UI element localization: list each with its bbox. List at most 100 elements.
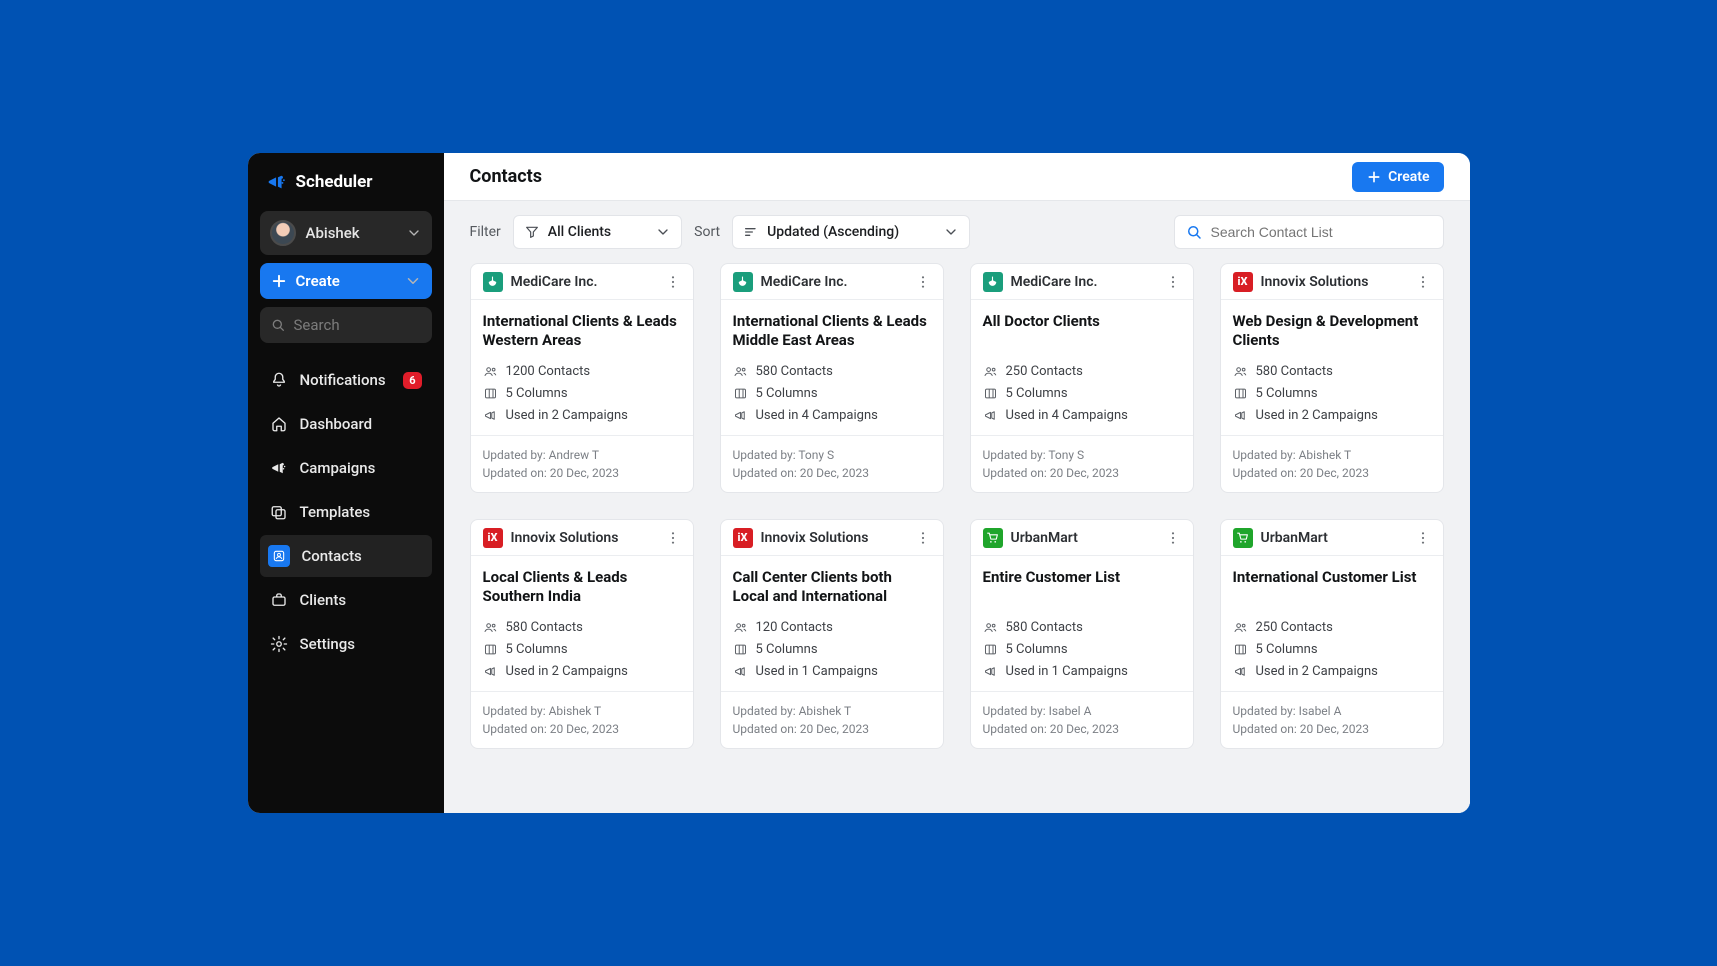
sidebar-item-contacts[interactable]: Contacts [260, 535, 432, 577]
sort-dropdown[interactable]: Updated (Ascending) [732, 215, 970, 249]
meta-campaigns: Used in 2 Campaigns [1233, 664, 1431, 679]
megaphone-icon [733, 664, 748, 679]
filter-value: All Clients [548, 224, 611, 240]
sidebar-item-label: Dashboard [300, 415, 422, 433]
contact-list-title: Call Center Clients both Local and Inter… [733, 568, 931, 608]
card-more-button[interactable] [1415, 530, 1431, 546]
contact-card[interactable]: UrbanMart International Customer List 25… [1220, 519, 1444, 749]
card-more-button[interactable] [915, 274, 931, 290]
plus-icon [1366, 169, 1382, 185]
contact-card[interactable]: UrbanMart Entire Customer List 580 Conta… [970, 519, 1194, 749]
user-menu[interactable]: Abishek [260, 211, 432, 255]
meta-columns: 5 Columns [1233, 386, 1431, 401]
more-icon [1165, 274, 1181, 290]
home-icon [270, 415, 288, 433]
topbar: Contacts Create [444, 153, 1470, 201]
briefcase-icon [270, 591, 288, 609]
bell-icon [270, 371, 288, 389]
card-body: International Customer List 250 Contacts… [1221, 556, 1443, 692]
card-body: All Doctor Clients 250 Contacts 5 Column… [971, 300, 1193, 436]
more-icon [915, 274, 931, 290]
sidebar-search-placeholder: Search [294, 316, 340, 334]
more-icon [1415, 530, 1431, 546]
sidebar-nav: Notifications6 Dashboard CampaignsTemplate… [260, 359, 432, 665]
card-header: MediCare Inc. [471, 264, 693, 300]
sidebar-item-settings[interactable]: Settings [260, 623, 432, 665]
more-icon [665, 530, 681, 546]
sidebar-item-clients[interactable]: Clients [260, 579, 432, 621]
plus-icon [270, 272, 288, 290]
sidebar-item-label: Settings [300, 635, 422, 653]
client-badge-icon [733, 272, 753, 292]
updated-on: Updated on: 20 Dec, 2023 [1233, 464, 1431, 482]
client-badge-icon: iX [1233, 272, 1253, 292]
contact-card[interactable]: MediCare Inc. International Clients & Le… [470, 263, 694, 493]
sidebar-item-dashboard[interactable]: Dashboard [260, 403, 432, 445]
contact-card[interactable]: MediCare Inc. All Doctor Clients 250 Con… [970, 263, 1194, 493]
updated-by: Updated by: Abishek T [1233, 446, 1431, 464]
search-input[interactable] [1211, 224, 1433, 240]
meta-campaigns: Used in 2 Campaigns [483, 664, 681, 679]
chevron-down-icon [943, 224, 959, 240]
contacts-icon [268, 545, 290, 567]
sidebar-item-campaigns[interactable]: Campaigns [260, 447, 432, 489]
client-badge-icon [983, 272, 1003, 292]
client-name: Innovix Solutions [1261, 274, 1407, 290]
columns-icon [1233, 386, 1248, 401]
client-name: MediCare Inc. [1011, 274, 1157, 290]
card-header: iX Innovix Solutions [471, 520, 693, 556]
card-more-button[interactable] [665, 530, 681, 546]
sort-icon [743, 224, 759, 240]
filter-label: Filter [470, 224, 501, 240]
meta-columns: 5 Columns [983, 386, 1181, 401]
updated-by: Updated by: Andrew T [483, 446, 681, 464]
page-title: Contacts [470, 166, 542, 187]
filter-dropdown[interactable]: All Clients [513, 215, 682, 249]
card-footer: Updated by: Isabel A Updated on: 20 Dec,… [971, 692, 1193, 748]
updated-on: Updated on: 20 Dec, 2023 [1233, 720, 1431, 738]
contact-list-title: Web Design & Development Clients [1233, 312, 1431, 352]
sidebar: Scheduler Abishek Create Search Notifica… [248, 153, 444, 813]
columns-icon [983, 642, 998, 657]
templates-icon [270, 503, 288, 521]
create-button[interactable]: Create [1352, 162, 1443, 192]
card-more-button[interactable] [665, 274, 681, 290]
contact-card[interactable]: iX Innovix Solutions Local Clients & Lea… [470, 519, 694, 749]
sidebar-create-button[interactable]: Create [260, 263, 432, 299]
meta-campaigns: Used in 4 Campaigns [733, 408, 931, 423]
client-badge-icon [1233, 528, 1253, 548]
card-footer: Updated by: Abishek T Updated on: 20 Dec… [721, 692, 943, 748]
search-icon [1185, 223, 1203, 241]
client-name: UrbanMart [1261, 530, 1407, 546]
card-more-button[interactable] [1165, 274, 1181, 290]
card-more-button[interactable] [1165, 530, 1181, 546]
contact-card[interactable]: MediCare Inc. International Clients & Le… [720, 263, 944, 493]
updated-by: Updated by: Abishek T [733, 702, 931, 720]
card-footer: Updated by: Abishek T Updated on: 20 Dec… [471, 692, 693, 748]
updated-by: Updated by: Isabel A [983, 702, 1181, 720]
client-badge-icon: iX [733, 528, 753, 548]
sidebar-item-label: Notifications [300, 371, 392, 389]
chevron-down-icon [655, 224, 671, 240]
megaphone-icon [266, 171, 288, 193]
contact-card[interactable]: iX Innovix Solutions Web Design & Develo… [1220, 263, 1444, 493]
search-box[interactable] [1174, 215, 1444, 249]
contact-card[interactable]: iX Innovix Solutions Call Center Clients… [720, 519, 944, 749]
card-body: Call Center Clients both Local and Inter… [721, 556, 943, 692]
sidebar-item-notifications[interactable]: Notifications6 [260, 359, 432, 401]
meta-contacts: 250 Contacts [1233, 620, 1431, 635]
contact-card-grid: MediCare Inc. International Clients & Le… [470, 263, 1444, 749]
sidebar-search[interactable]: Search [260, 307, 432, 343]
card-more-button[interactable] [1415, 274, 1431, 290]
card-header: MediCare Inc. [971, 264, 1193, 300]
contact-list-title: All Doctor Clients [983, 312, 1181, 352]
card-footer: Updated by: Tony S Updated on: 20 Dec, 2… [971, 436, 1193, 492]
meta-contacts: 580 Contacts [1233, 364, 1431, 379]
card-more-button[interactable] [915, 530, 931, 546]
sidebar-item-templates[interactable]: Templates [260, 491, 432, 533]
meta-campaigns: Used in 2 Campaigns [1233, 408, 1431, 423]
updated-on: Updated on: 20 Dec, 2023 [983, 720, 1181, 738]
updated-on: Updated on: 20 Dec, 2023 [733, 720, 931, 738]
people-icon [983, 364, 998, 379]
meta-columns: 5 Columns [483, 386, 681, 401]
